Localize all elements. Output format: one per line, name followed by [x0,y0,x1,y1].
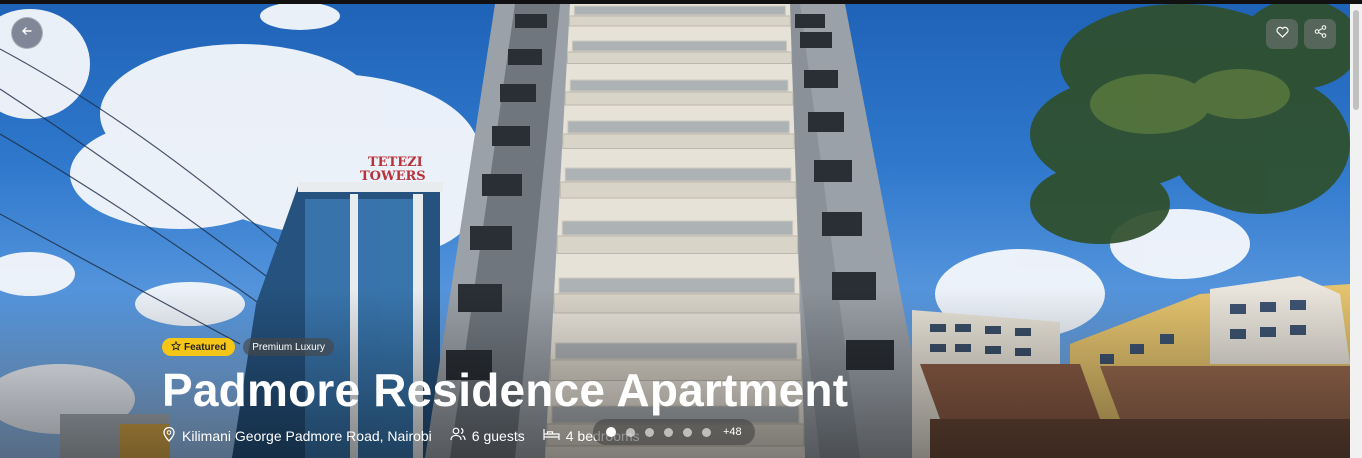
featured-badge-label: Featured [184,341,227,353]
share-button[interactable] [1304,19,1336,49]
page-scrollbar[interactable] [1350,4,1362,458]
listing-meta: Kilimani George Padmore Road, Nairobi 6 … [162,426,640,445]
premium-badge-label: Premium Luxury [252,341,326,353]
arrow-left-icon [21,24,33,42]
building-sign-line-1: TETEZI [368,155,423,170]
featured-badge: Featured [162,338,236,356]
building-sign-line-2: TOWERS [360,169,426,184]
gallery-dot[interactable] [606,427,616,437]
bed-icon [543,428,560,444]
guests-item: 6 guests [450,427,525,444]
favorite-button[interactable] [1266,19,1298,49]
users-icon [450,427,466,444]
gallery-pagination: +48 [593,419,755,445]
star-icon [170,340,182,354]
back-button[interactable] [11,17,43,49]
location-text: Kilimani George Padmore Road, Nairobi [182,427,432,444]
location-item: Kilimani George Padmore Road, Nairobi [162,426,432,445]
more-photos-count[interactable]: +48 [723,426,742,438]
gallery-dot[interactable] [683,427,692,437]
listing-badges: Featured Premium Luxury [162,338,335,356]
guests-text: 6 guests [471,427,525,444]
gallery-dot[interactable] [626,427,635,437]
listing-title: Padmore Residence Apartment [162,364,849,416]
gallery-dot[interactable] [702,427,711,437]
scrollbar-thumb[interactable] [1353,10,1359,110]
gallery-dot[interactable] [664,427,673,437]
hero-image: TETEZI TOWERS Featured Premium Luxury Pa… [0,4,1350,458]
premium-badge: Premium Luxury [243,338,335,356]
share-icon [1314,25,1327,43]
gallery-dot[interactable] [645,427,654,437]
map-pin-icon [162,426,176,445]
heart-icon [1275,25,1289,43]
